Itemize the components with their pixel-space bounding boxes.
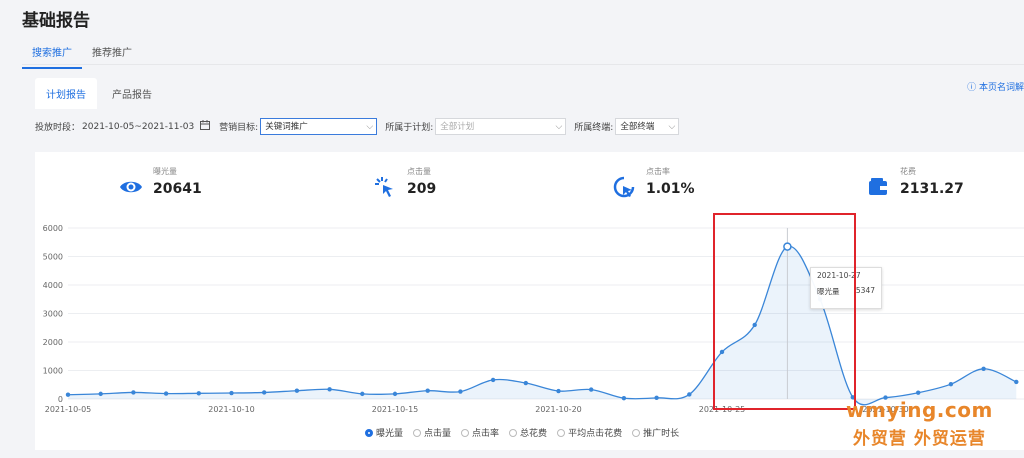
goal-select[interactable]: 关键词推广 ⌵ — [260, 118, 378, 135]
filter-bar: 投放时段： 2021-10-05~2021-11-03 营销目标: 关键词推广 … — [35, 118, 687, 135]
data-point — [621, 395, 627, 401]
data-point — [131, 390, 136, 395]
y-tick-label: 0 — [58, 395, 63, 404]
tooltip-value: 5347 — [855, 286, 875, 295]
legend-item[interactable]: 平均点击花费 — [557, 426, 622, 439]
data-point — [916, 390, 921, 395]
data-point — [360, 391, 365, 397]
chevron-down-icon: ⌵ — [366, 122, 374, 132]
data-point — [948, 381, 954, 387]
plan-label: 所属于计划: — [385, 123, 434, 133]
data-point — [98, 391, 103, 397]
radio-icon — [413, 428, 422, 437]
legend-item[interactable]: 曝光量 — [365, 426, 403, 439]
tab-plan-report[interactable]: 计划报告 — [35, 78, 97, 109]
legend-item[interactable]: 点击量 — [413, 426, 451, 439]
device-select[interactable]: 全部终端 ⌵ — [615, 118, 680, 135]
data-point — [294, 388, 300, 393]
y-tick-label: 5000 — [43, 253, 63, 262]
calendar-icon[interactable] — [200, 120, 211, 133]
y-tick-label: 4000 — [43, 281, 63, 290]
question-circle-icon: ⓘ — [967, 83, 977, 93]
data-point — [589, 387, 594, 392]
report-sub-tabs: 计划报告 产品报告 — [35, 78, 163, 109]
data-point — [327, 387, 332, 392]
y-tick-label: 3000 — [43, 310, 63, 319]
radio-icon — [461, 428, 470, 437]
radio-icon — [509, 428, 518, 437]
data-point — [523, 380, 528, 386]
radio-icon — [632, 428, 641, 437]
data-point — [196, 391, 201, 396]
x-tick-label: 2021-10-10 — [208, 405, 255, 414]
period-label: 投放时段： — [35, 123, 81, 133]
data-point — [163, 391, 169, 396]
legend-item[interactable]: 推广时长 — [632, 426, 679, 439]
data-point — [490, 377, 496, 383]
page-title: 基础报告 — [22, 11, 90, 31]
data-point — [556, 388, 561, 394]
watermark: wmying.com 外贸营 外贸运营 — [846, 398, 993, 449]
tab-product-report[interactable]: 产品报告 — [101, 78, 163, 109]
radio-selected-icon — [365, 428, 373, 437]
tabs-divider — [22, 64, 1024, 65]
legend-item[interactable]: 点击率 — [461, 426, 499, 439]
tab-recommend-promotion[interactable]: 推荐推广 — [82, 44, 142, 69]
watermark-url: wmying.com — [846, 398, 993, 422]
y-tick-label: 1000 — [43, 367, 63, 376]
data-point — [687, 392, 692, 397]
y-tick-label: 6000 — [43, 224, 63, 233]
chevron-down-icon: ⌵ — [555, 122, 563, 132]
report-type-tabs: 搜索推广 推荐推广 — [22, 44, 142, 69]
goal-label: 营销目标: — [219, 123, 259, 133]
x-tick-label: 2021-10-15 — [372, 405, 419, 414]
glossary-link[interactable]: ⓘ 本页名词解 — [967, 80, 1024, 93]
data-point — [262, 390, 267, 395]
device-label: 所属终端: — [574, 123, 614, 133]
tab-search-promotion[interactable]: 搜索推广 — [22, 44, 82, 69]
period-value[interactable]: 2021-10-05~2021-11-03 — [82, 122, 194, 132]
x-tick-label: 2021-10-05 — [45, 405, 92, 414]
annotation-highlight-box — [713, 213, 856, 410]
data-point — [654, 395, 659, 401]
y-tick-label: 2000 — [43, 338, 63, 347]
chevron-down-icon: ⌵ — [668, 122, 676, 132]
chart-legend: 曝光量 点击量 点击率 总花费 平均点击花费 推广时长 — [365, 426, 679, 439]
data-point — [981, 366, 986, 371]
watermark-slogan: 外贸营 外贸运营 — [852, 429, 986, 449]
radio-icon — [557, 428, 566, 437]
plan-select[interactable]: 全部计划 ⌵ — [435, 118, 567, 135]
data-point — [458, 389, 463, 394]
data-point — [392, 391, 398, 397]
data-point — [65, 392, 71, 397]
legend-item[interactable]: 总花费 — [509, 426, 547, 439]
data-point — [229, 390, 234, 396]
data-point — [1014, 379, 1019, 385]
data-point — [425, 388, 430, 393]
x-tick-label: 2021-10-20 — [535, 405, 582, 414]
